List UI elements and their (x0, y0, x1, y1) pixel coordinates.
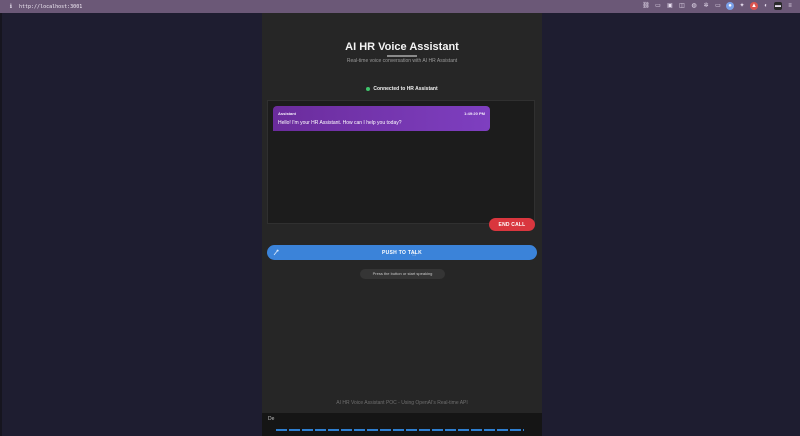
chat-panel[interactable]: Assistant 1:49:20 PM Hello! I'm your HR … (267, 100, 535, 224)
page-subtitle: Real-time voice conversation with AI HR … (346, 58, 458, 64)
wallet-icon[interactable]: ◐ (762, 2, 770, 10)
cast-icon[interactable]: ▭ (714, 2, 722, 10)
link-icon[interactable]: ⛓ (642, 2, 650, 10)
site-info-icon[interactable]: ℹ (6, 3, 16, 10)
settings-icon[interactable]: ✲ (702, 2, 710, 10)
screenshot-icon[interactable]: ▣ (666, 2, 674, 10)
hint-text: Press the button or start speaking (360, 269, 445, 279)
pointer-cursor-icon: ☝ (412, 251, 417, 258)
debug-panel: De (262, 413, 542, 436)
debug-label: De (268, 416, 275, 422)
push-to-talk-button[interactable]: PUSH TO TALK (267, 245, 537, 260)
audio-level-line (276, 429, 524, 431)
status-dot-icon (366, 87, 371, 91)
puzzle-icon[interactable]: ✦ (738, 2, 746, 10)
left-edge (0, 13, 2, 436)
end-call-button[interactable]: END CALL (489, 218, 535, 231)
status-text: Connected to HR Assistant (373, 86, 438, 92)
profile-icon[interactable]: ● (726, 2, 734, 10)
address-bar[interactable]: http://localhost:3001 (19, 4, 82, 10)
title-underline (387, 55, 417, 57)
app-container: AI HR Voice Assistant Real-time voice co… (262, 13, 542, 436)
toolbar-icons: ⛓ ▭ ▣ ◫ ◍ ✲ ▭ ● ✦ ▲ ◐ ▬ ≡ (642, 2, 794, 10)
message-sender: Assistant (278, 111, 297, 116)
brave-icon[interactable]: ▲ (750, 2, 758, 10)
assistant-message: Assistant 1:49:20 PM Hello! I'm your HR … (273, 106, 490, 131)
page-title: AI HR Voice Assistant (345, 41, 459, 53)
browser-toolbar: ℹ http://localhost:3001 ⛓ ▭ ▣ ◫ ◍ ✲ ▭ ● … (0, 0, 800, 13)
sidebar-icon[interactable]: ▬ (774, 2, 782, 10)
connection-status: Connected to HR Assistant (262, 85, 542, 93)
message-timestamp: 1:49:20 PM (464, 111, 485, 116)
footer-text: AI HR Voice Assistant POC - Using OpenAI… (336, 400, 468, 406)
microphone-icon (273, 249, 279, 256)
split-view-icon[interactable]: ◫ (678, 2, 686, 10)
menu-icon[interactable]: ≡ (786, 2, 794, 10)
message-text: Hello! I'm your HR Assistant. How can I … (278, 120, 402, 126)
extension-icon[interactable]: ◍ (690, 2, 698, 10)
reader-icon[interactable]: ▭ (654, 2, 662, 10)
